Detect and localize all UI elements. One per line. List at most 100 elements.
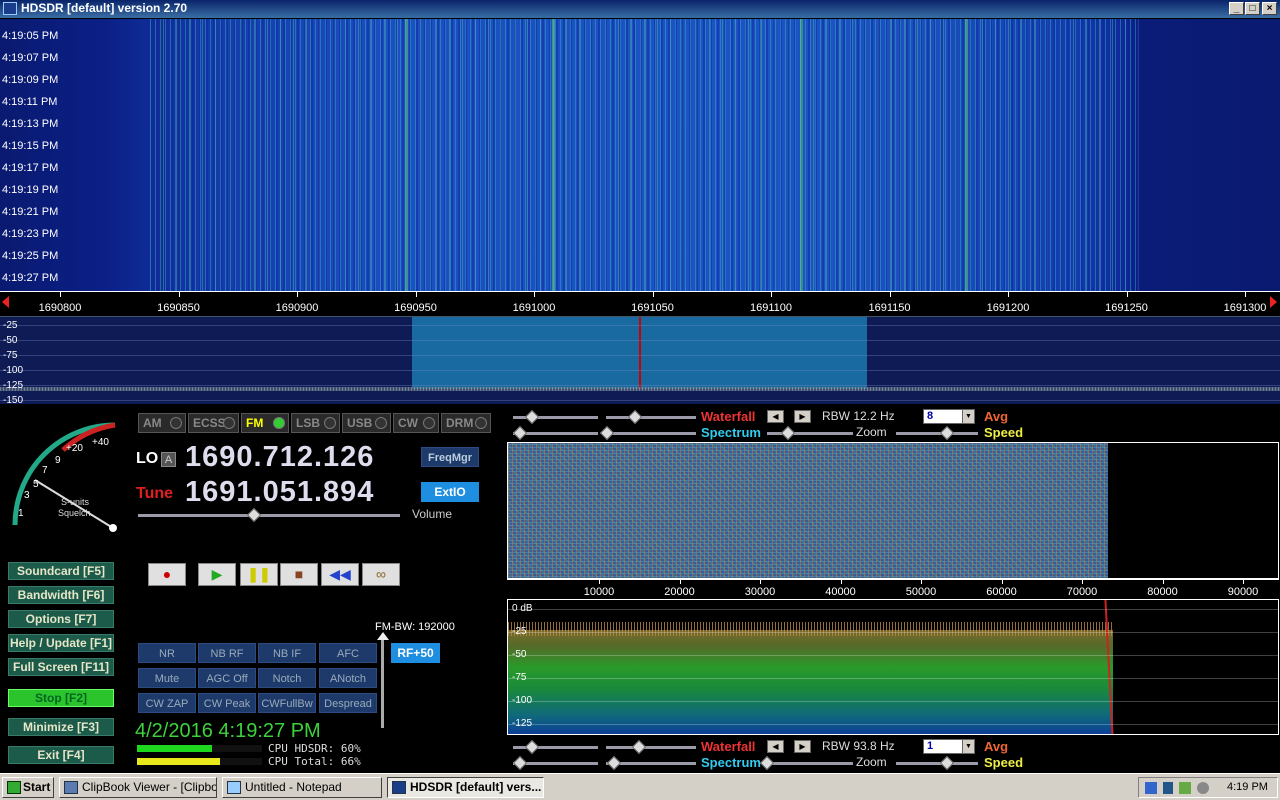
full-screen-button[interactable]: Full Screen [F11] [8,658,114,676]
minimize-button[interactable]: Minimize [F3] [8,718,114,736]
af-zoom-slider[interactable] [767,762,853,765]
af-spectrum-gridline [508,724,1278,725]
tray-app-icon[interactable] [1179,782,1191,794]
mode-button-fm[interactable]: FM [241,413,289,433]
af-speed-knob[interactable] [939,755,955,771]
volume-tray-icon[interactable] [1197,782,1209,794]
maximize-window-button[interactable]: □ [1245,2,1260,15]
start-button[interactable]: Start [2,777,54,798]
af-spectrum-knob-1[interactable] [512,755,528,771]
soundcard-button[interactable]: Soundcard [F5] [8,562,114,580]
dsp-button-nb-rf[interactable]: NB RF [198,643,256,663]
rf-waterfall-brightness-slider[interactable] [606,416,696,419]
af-waterfall-noise [508,443,1108,578]
rbw-decrease-icon[interactable]: ◀ [767,410,784,423]
volume-knob[interactable] [246,507,262,523]
dsp-button-cw-zap[interactable]: CW ZAP [138,693,196,713]
dsp-button-despread[interactable]: Despread [319,693,377,713]
af-speed-label: Speed [984,755,1024,770]
close-window-button[interactable]: × [1262,2,1277,15]
scroll-right-icon[interactable] [1270,296,1277,308]
dsp-button-afc[interactable]: AFC [319,643,377,663]
af-speed-slider[interactable] [896,762,978,765]
mode-button-lsb[interactable]: LSB [291,413,340,433]
rf-waterfall[interactable]: 4:19:05 PM 4:19:07 PM 4:19:09 PM 4:19:11 PM… [0,19,1280,291]
stop-button[interactable]: Stop [F2] [8,689,114,707]
taskbar-item-label: ClipBook Viewer - [Clipbo... [82,780,217,794]
tune-frequency[interactable]: 1691.051.894 [185,476,374,509]
rf-waterfall-brightness-knob[interactable] [627,409,643,425]
help-update-button[interactable]: Help / Update [F1] [8,634,114,652]
af-waterfall-knob-2[interactable] [631,739,647,755]
af-rbw-increase-icon[interactable]: ▶ [794,740,811,753]
mode-button-usb[interactable]: USB [342,413,391,433]
record-icon[interactable]: ● [148,563,186,586]
dsp-button-notch[interactable]: Notch [258,668,316,688]
rf-waterfall-contrast-knob[interactable] [524,409,540,425]
scroll-left-icon[interactable] [2,296,9,308]
af-rbw-decrease-icon[interactable]: ◀ [767,740,784,753]
rf-speed-knob[interactable] [939,425,955,441]
af-zoom-knob[interactable] [759,755,775,771]
af-waterfall[interactable] [507,442,1279,579]
exit-button[interactable]: Exit [F4] [8,746,114,764]
tune-marker[interactable] [639,317,641,389]
freqmgr-button[interactable]: FreqMgr [421,447,479,467]
rf50-button[interactable]: RF+50 [391,643,440,663]
taskbar-item-clipbook[interactable]: ClipBook Viewer - [Clipbo... [59,777,217,798]
title-bar[interactable]: HDSDR [default] version 2.70 _ □ × [0,0,1280,18]
mode-button-ecss[interactable]: ECSS [188,413,239,433]
rf-spectrum-knob-2[interactable] [599,425,615,441]
dropdown-icon[interactable]: ▼ [962,410,974,423]
dsp-button-cw-peak[interactable]: CW Peak [198,693,256,713]
dsp-button-mute[interactable]: Mute [138,668,196,688]
play-icon[interactable]: ▶ [198,563,236,586]
mode-button-drm[interactable]: DRM [441,413,491,433]
rf-spectrum-slider-2[interactable] [606,432,696,435]
af-waterfall-slider-2[interactable] [606,746,696,749]
af-spectrum-fill [508,630,1113,734]
loop-icon[interactable]: ∞ [362,563,400,586]
waterfall-timestamp: 4:19:19 PM [2,184,59,196]
af-waterfall-knob-1[interactable] [524,739,540,755]
mode-led-icon [475,417,487,429]
dsp-button-cwfullbw[interactable]: CWFullBw [258,693,316,713]
mode-button-cw[interactable]: CW [393,413,439,433]
rf-speed-slider[interactable] [896,432,978,435]
af-frequency-axis[interactable]: 10000 20000 30000 40000 50000 60000 70000 80000… [507,579,1279,599]
taskbar-item-hdsdr[interactable]: HDSDR [default] vers... [387,777,544,798]
volume-track[interactable] [138,514,400,517]
extio-button[interactable]: ExtIO [421,482,479,502]
options-button[interactable]: Options [F7] [8,610,114,628]
lo-frequency[interactable]: 1690.712.126 [185,441,374,474]
bandwidth-button[interactable]: Bandwidth [F6] [8,586,114,604]
fm-bw-track[interactable] [381,636,384,728]
usb-icon[interactable] [1163,782,1173,794]
af-spectrum-knob-2[interactable] [606,755,622,771]
af-spectrum[interactable]: 0 dB -25 -50 -75 -100 -125 [507,599,1279,735]
dropdown-icon[interactable]: ▼ [962,740,974,753]
dsp-button-nb-if[interactable]: NB IF [258,643,316,663]
stop-playback-icon[interactable]: ■ [280,563,318,586]
fm-bw-knob[interactable] [377,632,389,640]
dsp-button-anotch[interactable]: ANotch [319,668,377,688]
dsp-button-agc-off[interactable]: AGC Off [198,668,256,688]
rf-spectrum-knob-1[interactable] [512,425,528,441]
af-avg-select[interactable]: 1 ▼ [923,739,975,754]
dsp-button-nr[interactable]: NR [138,643,196,663]
pause-icon[interactable]: ❚❚ [240,563,278,586]
rf-avg-select[interactable]: 8 ▼ [923,409,975,424]
lo-lock-badge[interactable]: A [161,452,176,467]
minimize-window-button[interactable]: _ [1229,2,1244,15]
waterfall-timestamp: 4:19:23 PM [2,228,59,240]
rewind-icon[interactable]: ◀◀ [321,563,359,586]
rf-zoom-knob[interactable] [780,425,796,441]
freq-tick [1126,292,1128,297]
taskbar-item-notepad[interactable]: Untitled - Notepad [222,777,382,798]
mode-button-am[interactable]: AM [138,413,186,433]
rf-frequency-axis[interactable]: 1690800 1690850 1690900 1690950 1691000 16910… [0,291,1280,315]
rf-spectrum[interactable]: -25 -50 -75 -100 -125 -150 [0,316,1280,406]
waterfall-timestamp: 4:19:25 PM [2,250,59,262]
network-icon[interactable] [1145,782,1157,794]
rbw-increase-icon[interactable]: ▶ [794,410,811,423]
